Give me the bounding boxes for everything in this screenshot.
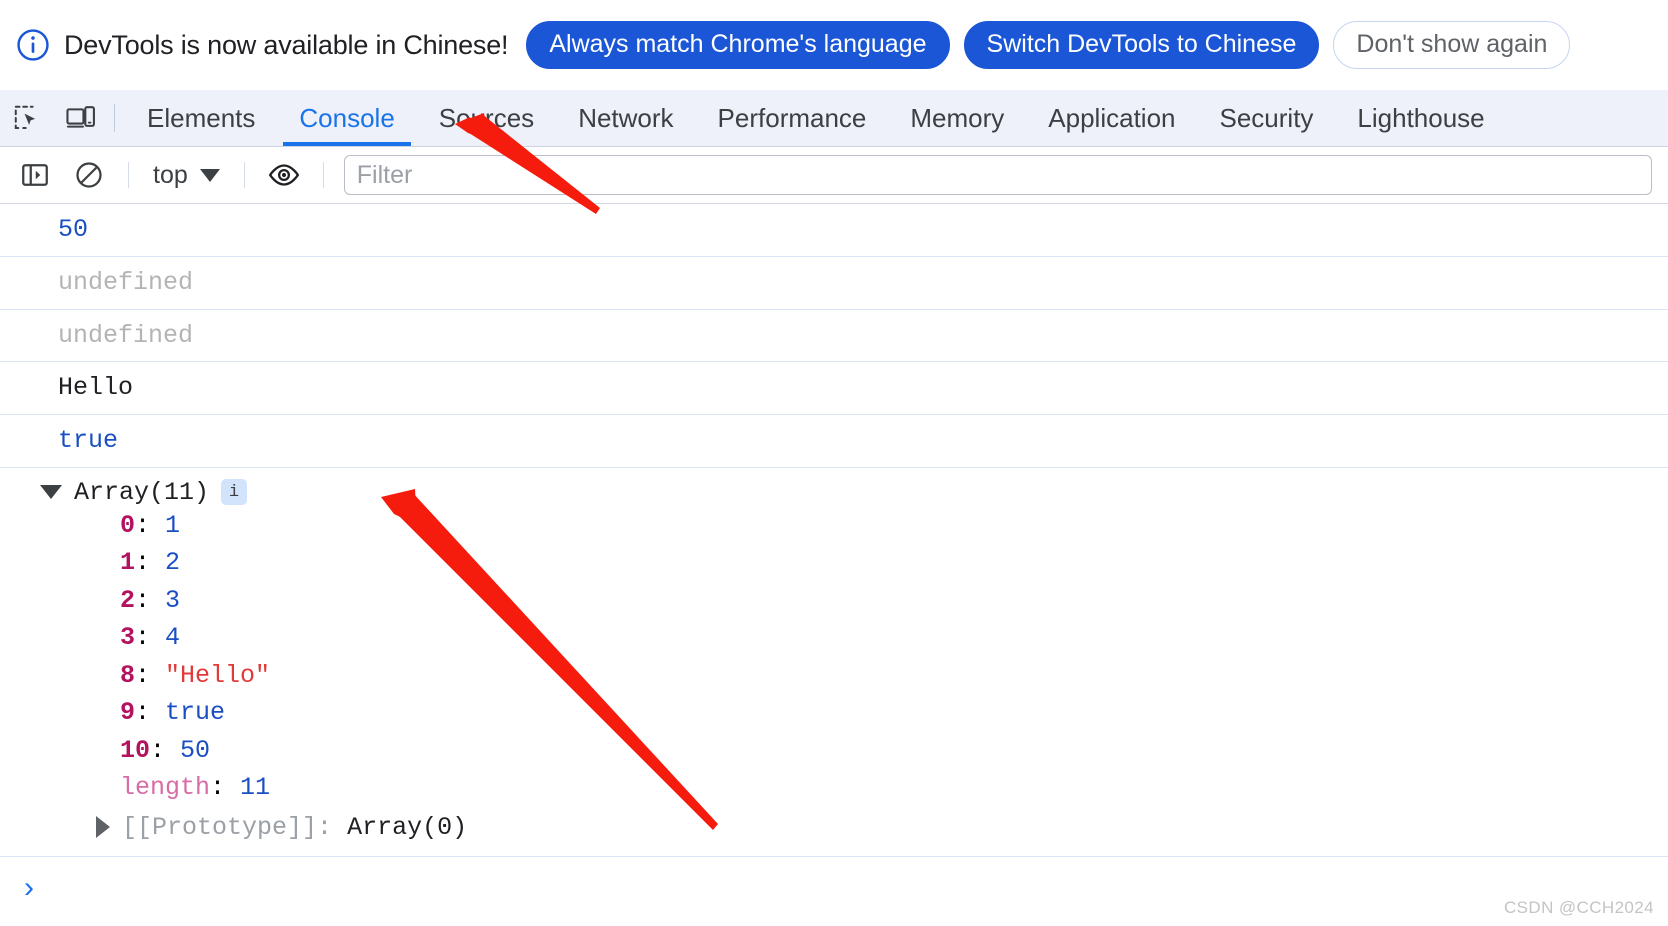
array-property-row[interactable]: 10: 50 xyxy=(0,732,1668,770)
property-key: 2 xyxy=(120,585,136,615)
property-separator: : xyxy=(135,660,166,690)
console-message-list: 50 undefined undefined Hello true Array(… xyxy=(0,204,1668,903)
prompt-chevron-icon: › xyxy=(24,870,34,904)
console-toolbar: top xyxy=(0,147,1668,204)
log-value: Hello xyxy=(58,373,134,403)
console-prompt-row[interactable]: › xyxy=(0,857,1668,903)
execution-context-selector[interactable]: top xyxy=(143,157,230,194)
log-value: undefined xyxy=(58,320,194,350)
dont-show-again-button[interactable]: Don't show again xyxy=(1333,20,1571,70)
clear-console-icon[interactable] xyxy=(64,153,114,197)
property-separator: : xyxy=(135,510,166,540)
tab-security[interactable]: Security xyxy=(1198,90,1336,146)
property-separator: : xyxy=(135,585,166,615)
toolbar-separator xyxy=(322,162,324,188)
property-separator: : xyxy=(135,623,166,653)
console-log-row[interactable]: undefined xyxy=(0,257,1668,310)
tab-lighthouse[interactable]: Lighthouse xyxy=(1335,90,1506,146)
array-property-row[interactable]: 9: true xyxy=(0,694,1668,732)
chevron-down-icon xyxy=(199,168,220,182)
property-separator: : xyxy=(135,698,166,728)
property-key: length xyxy=(120,773,211,803)
array-property-row[interactable]: 1: 2 xyxy=(0,544,1668,582)
property-value: 3 xyxy=(165,585,181,615)
array-length-row[interactable]: length: 11 xyxy=(0,769,1668,807)
toolbar-separator xyxy=(128,162,129,188)
property-separator: : xyxy=(210,773,241,803)
always-match-chrome-language-button[interactable]: Always match Chrome's language xyxy=(526,20,950,70)
triangle-right-icon[interactable] xyxy=(96,816,110,839)
property-separator: : xyxy=(135,548,166,578)
toolbar-separator xyxy=(243,162,245,188)
filter-input-wrapper xyxy=(343,155,1652,195)
filter-input[interactable] xyxy=(343,155,1652,195)
property-separator: : xyxy=(150,735,181,765)
live-expression-eye-icon[interactable] xyxy=(259,153,309,197)
property-value: 4 xyxy=(165,623,181,653)
tab-elements[interactable]: Elements xyxy=(125,90,277,146)
tab-memory[interactable]: Memory xyxy=(888,90,1026,146)
console-log-row[interactable]: undefined xyxy=(0,310,1668,363)
console-log-row[interactable]: true xyxy=(0,415,1668,468)
property-value: 50 xyxy=(180,735,211,765)
watermark: CSDN @CCH2024 xyxy=(1504,898,1654,917)
tab-console[interactable]: Console xyxy=(277,90,416,146)
triangle-down-icon[interactable] xyxy=(40,485,62,500)
devtools-language-banner: DevTools is now available in Chinese! Al… xyxy=(0,0,1668,90)
property-value: 11 xyxy=(240,773,271,803)
console-array-group: Array(11) i 0: 1 1: 2 2: 3 3: 4 8: "Hell… xyxy=(0,468,1668,857)
switch-devtools-to-chinese-button[interactable]: Switch DevTools to Chinese xyxy=(963,20,1320,70)
prototype-value: Array(0) xyxy=(347,812,468,842)
console-sidebar-icon[interactable] xyxy=(10,153,60,197)
console-log-row[interactable]: 50 xyxy=(0,204,1668,257)
device-toolbar-icon[interactable] xyxy=(54,90,108,146)
log-value: true xyxy=(58,426,119,455)
tab-performance[interactable]: Performance xyxy=(696,90,889,146)
tab-network[interactable]: Network xyxy=(556,90,695,146)
array-property-row[interactable]: 8: "Hello" xyxy=(0,657,1668,695)
property-value: true xyxy=(165,698,226,728)
prototype-key: [[Prototype]] xyxy=(122,812,318,842)
tab-sources[interactable]: Sources xyxy=(417,90,556,146)
log-value: undefined xyxy=(58,267,194,297)
toolbar-divider xyxy=(114,104,115,132)
array-group-title: Array(11) xyxy=(74,477,210,507)
property-key: 8 xyxy=(120,660,136,690)
log-value: 50 xyxy=(58,215,89,244)
info-circle-icon xyxy=(17,29,49,61)
property-value: "Hello" xyxy=(165,660,271,690)
array-property-row[interactable]: 2: 3 xyxy=(0,582,1668,620)
banner-message: DevTools is now available in Chinese! xyxy=(64,29,509,60)
info-badge-icon[interactable]: i xyxy=(221,479,248,506)
array-prototype-row[interactable]: [[Prototype]]: Array(0) xyxy=(0,807,1668,842)
execution-context-label: top xyxy=(153,160,188,189)
property-key: 9 xyxy=(120,698,136,728)
array-group-header[interactable]: Array(11) i xyxy=(0,478,1668,507)
property-key: 10 xyxy=(120,735,151,765)
prototype-separator: : xyxy=(317,812,348,842)
array-property-row[interactable]: 0: 1 xyxy=(0,507,1668,545)
property-value: 2 xyxy=(165,548,181,578)
console-log-row[interactable]: Hello xyxy=(0,362,1668,415)
inspect-element-icon[interactable] xyxy=(0,90,54,146)
array-property-row[interactable]: 3: 4 xyxy=(0,619,1668,657)
property-key: 0 xyxy=(120,510,136,540)
devtools-tab-bar: Elements Console Sources Network Perform… xyxy=(0,90,1668,147)
property-key: 3 xyxy=(120,623,136,653)
property-value: 1 xyxy=(165,510,181,540)
tab-application[interactable]: Application xyxy=(1026,90,1197,146)
property-key: 1 xyxy=(120,548,136,578)
